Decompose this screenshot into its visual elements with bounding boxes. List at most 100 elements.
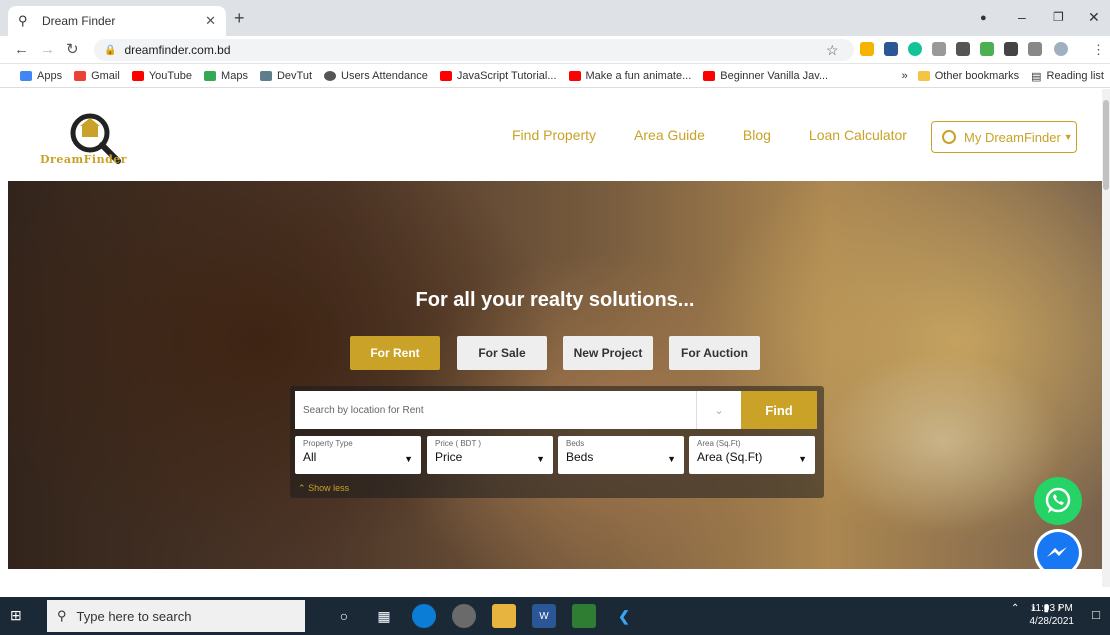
scrollbar-thumb[interactable] [1103,100,1109,190]
show-less-link[interactable]: ⌃ Show less [298,483,349,494]
bookmark-item[interactable]: Apps [20,70,62,82]
bookmark-item[interactable]: Maps [204,70,248,82]
extension-icon[interactable] [956,42,970,56]
clock-time: 11:03 PM [1030,603,1073,614]
filter-label: Property Type [303,439,353,448]
globe-icon [324,70,336,81]
nav-area-guide[interactable]: Area Guide [634,127,705,143]
taskbar-clock[interactable]: 11:03 PM 4/28/2021 [1030,602,1075,628]
close-tab-icon[interactable]: ✕ [205,13,216,29]
extension-icon[interactable] [884,42,898,56]
edge-icon[interactable] [412,604,436,628]
file-explorer-icon[interactable] [492,604,516,628]
windows-start-icon[interactable]: ⊞ [10,607,22,624]
chevron-up-icon: ⌃ [298,483,306,493]
extension-icon[interactable] [860,42,874,56]
forward-button[interactable]: → [40,40,55,60]
bookmarks-bar-right: » Other bookmarks ▤ Reading list [902,64,1104,88]
shield-icon[interactable] [980,42,994,56]
app-icon[interactable] [572,604,596,628]
caret-down-icon: ▼ [536,454,545,464]
maps-icon [204,70,217,81]
nav-blog[interactable]: Blog [743,127,771,143]
task-view-icon[interactable]: ▦ [372,604,396,628]
reading-list-icon: ▤ [1031,70,1042,83]
close-window-button[interactable]: ✕ [1088,8,1100,26]
chevron-double-right-icon[interactable]: » [902,70,908,82]
my-dreamfinder-button[interactable]: My DreamFinder ▼ [931,121,1077,153]
my-dreamfinder-label: My DreamFinder [964,129,1061,145]
dreamfinder-logo[interactable]: DreamFinder [40,109,140,171]
mode-for-rent-button[interactable]: For Rent [350,336,440,370]
filter-label: Beds [566,439,585,448]
messenger-icon [1037,532,1079,569]
grammarly-icon[interactable] [908,42,922,56]
bookmark-star-icon[interactable]: ☆ [826,40,839,60]
cortana-icon[interactable]: ○ [332,604,356,628]
notification-icon[interactable]: □ [1092,607,1100,622]
youtube-icon [439,70,452,81]
location-search-input[interactable]: Search by location for Rent [295,391,741,429]
url-bar[interactable]: 🔒 dreamfinder.com.bd [94,39,854,61]
word-icon[interactable]: W [532,604,556,628]
restore-button[interactable]: ❐ [1053,8,1064,26]
nav-find-property[interactable]: Find Property [512,127,596,143]
area-select[interactable]: Area (Sq.Ft) Area (Sq.Ft) ▼ [689,436,815,474]
user-circle-icon [942,130,956,144]
browser-tab-strip: ⚲ Dream Finder ✕ + ● – ❐ ✕ [0,0,1110,36]
bookmarks-bar: Apps Gmail YouTube Maps DevTut Users Att… [0,64,1110,88]
mode-for-auction-button[interactable]: For Auction [669,336,760,370]
beds-select[interactable]: Beds Beds ▼ [558,436,684,474]
website: DreamFinder Find Property Area Guide Blo… [0,89,1102,587]
bookmark-item[interactable]: Gmail [74,70,120,82]
taskbar-search-input[interactable]: ⚲ Type here to search [47,600,305,632]
devtut-icon [259,70,272,81]
messenger-button[interactable] [1034,529,1082,569]
url-text: dreamfinder.com.bd [124,43,231,57]
whatsapp-button[interactable] [1034,477,1082,525]
browser-tab[interactable]: ⚲ Dream Finder ✕ [8,6,226,36]
bookmark-item[interactable]: JavaScript Tutorial... [439,70,557,82]
lock-icon: 🔒 [104,44,117,56]
reading-list[interactable]: Reading list [1047,70,1104,82]
property-type-select[interactable]: Property Type All ▼ [295,436,421,474]
caret-down-icon: ▼ [404,454,413,464]
caret-down-icon: ▼ [798,454,807,464]
camera-icon[interactable] [932,42,946,56]
avatar[interactable] [1054,42,1068,56]
back-button[interactable]: ← [14,40,29,60]
bookmark-item[interactable]: Users Attendance [324,70,428,82]
mode-new-project-button[interactable]: New Project [563,336,653,370]
bookmark-icon [20,70,32,81]
bookmark-item[interactable]: Make a fun animate... [568,70,691,82]
hero-banner: For all your realty solutions... For Ren… [8,181,1102,569]
chevron-down-icon[interactable]: ⌄ [696,391,741,429]
filter-label: Price ( BDT ) [435,439,482,448]
caret-down-icon: ▼ [667,454,676,464]
property-search-panel: Search by location for Rent ⌄ Find Prope… [290,386,824,498]
new-tab-button[interactable]: + [234,8,245,28]
filter-value: All [303,450,317,464]
other-bookmarks[interactable]: Other bookmarks [935,70,1019,82]
site-header: DreamFinder Find Property Area Guide Blo… [0,89,1102,181]
bookmark-item[interactable]: DevTut [259,70,312,82]
find-button[interactable]: Find [741,391,817,429]
reading-list-icon[interactable] [1028,42,1042,56]
reload-button[interactable]: ↻ [66,40,79,60]
clock-date: 4/28/2021 [1029,616,1075,627]
logo-text: DreamFinder [40,153,128,166]
nav-loan-calculator[interactable]: Loan Calculator [809,127,907,143]
puzzle-icon[interactable] [1004,42,1018,56]
minimize-button[interactable]: – [1018,8,1026,26]
windows-taskbar: ⊞ ⚲ Type here to search ○ ▦ W ❮ ⌃ ◑ ▮ ♪ … [0,597,1110,635]
profile-icon[interactable]: ● [980,9,987,27]
bookmark-item[interactable]: YouTube [131,70,192,82]
mode-for-sale-button[interactable]: For Sale [457,336,547,370]
youtube-icon [131,70,144,81]
bookmark-item[interactable]: Beginner Vanilla Jav... [703,70,828,82]
vscode-icon[interactable]: ❮ [612,604,636,628]
menu-icon[interactable]: ⋮ [1092,40,1105,60]
chrome-icon[interactable] [452,604,476,628]
folder-icon [917,71,930,81]
price-select[interactable]: Price ( BDT ) Price ▼ [427,436,553,474]
